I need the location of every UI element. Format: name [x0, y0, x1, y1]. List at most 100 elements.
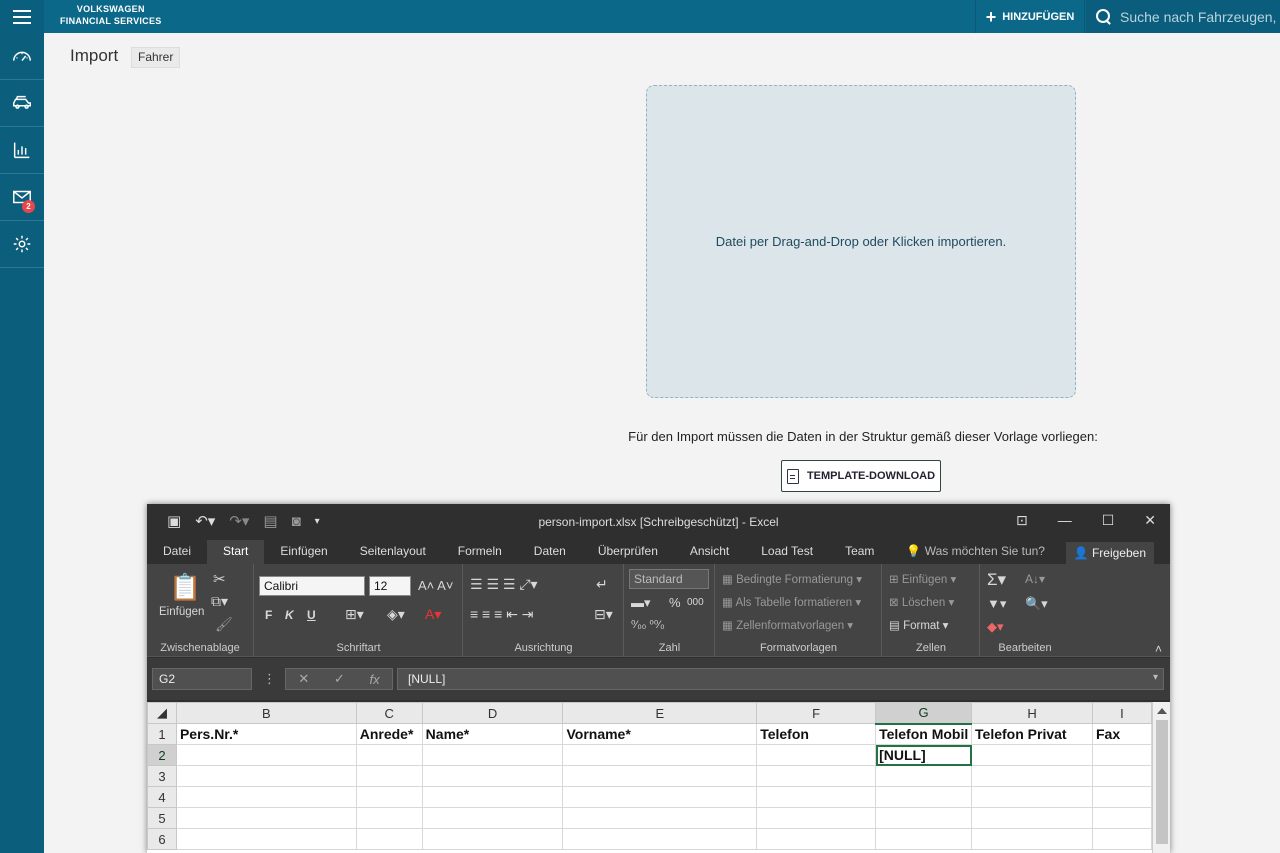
cell[interactable] [756, 786, 877, 808]
sidebar-item-settings[interactable] [0, 221, 44, 268]
cell[interactable] [421, 828, 564, 850]
ribbon-display-icon[interactable]: ⊡ [1016, 512, 1028, 529]
cell[interactable] [971, 828, 1093, 850]
cell-styles-button[interactable]: ▦ Zellenformatvorlagen ▾ [722, 618, 853, 632]
wrap-text-icon[interactable]: ↵ [596, 576, 608, 593]
cell[interactable] [175, 765, 357, 787]
tab-start[interactable]: Start [207, 540, 265, 564]
tab-team[interactable]: Team [829, 540, 890, 564]
cell[interactable] [355, 786, 423, 808]
minimize-icon[interactable]: — [1058, 512, 1072, 529]
cell[interactable] [1091, 828, 1153, 850]
select-all-corner[interactable]: ◢ [147, 702, 177, 724]
sidebar-item-vehicles[interactable] [0, 80, 44, 127]
menu-button[interactable] [0, 0, 44, 33]
copy-icon[interactable]: ⧉▾ [211, 593, 228, 610]
cell[interactable] [875, 786, 973, 808]
cell[interactable] [562, 828, 758, 850]
row-header[interactable]: 6 [147, 828, 177, 850]
border-icon[interactable]: ⊞▾ [345, 606, 364, 623]
font-size-select[interactable]: 12 [369, 576, 411, 596]
find-icon[interactable]: 🔍▾ [1025, 596, 1048, 612]
tell-me-box[interactable]: 💡 Was möchten Sie tun? [890, 540, 1061, 564]
insert-function-icon[interactable]: fx [370, 672, 380, 687]
cell[interactable] [355, 828, 423, 850]
cell[interactable] [175, 786, 357, 808]
sidebar-item-messages[interactable]: 2 [0, 174, 44, 221]
row-header[interactable]: 5 [147, 807, 177, 829]
cell[interactable] [175, 744, 357, 766]
cell[interactable] [562, 765, 758, 787]
scroll-up-icon[interactable] [1156, 708, 1167, 714]
cell[interactable] [175, 807, 357, 829]
cell[interactable] [756, 828, 877, 850]
row-header[interactable]: 3 [147, 765, 177, 787]
percent-button[interactable]: % [669, 595, 681, 610]
font-name-select[interactable]: Calibri [259, 576, 365, 596]
cell[interactable] [562, 807, 758, 829]
tab-daten[interactable]: Daten [518, 540, 582, 564]
cell[interactable] [875, 807, 973, 829]
collapse-ribbon-icon[interactable]: ˄ [1155, 642, 1162, 656]
cell[interactable] [1091, 807, 1153, 829]
paste-icon[interactable]: 📋 [169, 572, 201, 603]
share-button[interactable]: 👤 Freigeben [1065, 542, 1154, 564]
cell[interactable] [421, 786, 564, 808]
cell[interactable] [971, 786, 1093, 808]
underline-button[interactable]: U [307, 608, 316, 622]
enter-icon[interactable]: ✓ [334, 671, 345, 687]
tab-load-test[interactable]: Load Test [745, 540, 829, 564]
template-download-button[interactable]: TEMPLATE-DOWNLOAD [781, 460, 941, 492]
fill-icon[interactable]: ▼▾ [987, 596, 1006, 612]
tab-seitenlayout[interactable]: Seitenlayout [344, 540, 442, 564]
bold-button[interactable]: F [265, 608, 272, 622]
column-header[interactable]: I [1091, 702, 1153, 724]
cell[interactable]: Telefon Mobil [875, 723, 973, 745]
decimal-icon[interactable]: ⁰⁄₀₀ ⁰⁰⁄₀ [631, 618, 665, 631]
number-format-select[interactable]: Standard [629, 569, 709, 589]
cell[interactable] [421, 807, 564, 829]
sort-filter-icon[interactable]: A↓▾ [1025, 572, 1045, 586]
cell[interactable] [971, 807, 1093, 829]
thousands-button[interactable]: 000 [687, 597, 704, 608]
cell[interactable] [355, 744, 423, 766]
column-header-selected[interactable]: G [875, 702, 973, 725]
format-cells-button[interactable]: ▤ Format ▾ [889, 618, 948, 632]
tab-ueberpruefen[interactable]: Überprüfen [582, 540, 674, 564]
format-as-table-button[interactable]: ▦ Als Tabelle formatieren ▾ [722, 595, 861, 609]
column-header[interactable]: E [562, 702, 758, 724]
cell[interactable] [355, 807, 423, 829]
cell[interactable] [562, 744, 758, 766]
close-icon[interactable]: ✕ [1144, 512, 1156, 529]
font-color-icon[interactable]: A▾ [425, 606, 441, 623]
cell[interactable]: Name* [421, 723, 564, 745]
clear-icon[interactable]: ◆▾ [987, 619, 1004, 635]
tab-datei[interactable]: Datei [147, 540, 207, 564]
tab-einfuegen[interactable]: Einfügen [264, 540, 343, 564]
sidebar-item-reports[interactable] [0, 127, 44, 174]
tab-formeln[interactable]: Formeln [442, 540, 518, 564]
align-left-icon[interactable]: ≡ ≡ ≡ ⇤ ⇥ [470, 606, 534, 623]
cell[interactable] [421, 744, 564, 766]
name-box[interactable]: G2 [152, 668, 252, 690]
cell[interactable] [355, 765, 423, 787]
cell[interactable] [756, 744, 877, 766]
delete-cells-button[interactable]: ⊠ Löschen ▾ [889, 595, 954, 609]
merge-icon[interactable]: ⊟▾ [594, 606, 613, 623]
cell[interactable]: Vorname* [562, 723, 758, 745]
row-header[interactable]: 4 [147, 786, 177, 808]
align-top-icon[interactable]: ☰ ☰ ☰ ⤢▾ [470, 576, 538, 593]
cancel-icon[interactable]: ✕ [298, 671, 309, 687]
expand-formula-icon[interactable]: ▾ [1153, 672, 1158, 683]
add-button[interactable]: + HINZUFÜGEN [975, 0, 1085, 33]
search-input[interactable] [1120, 8, 1280, 25]
active-cell[interactable]: [NULL] [875, 744, 973, 766]
cell[interactable] [1091, 786, 1153, 808]
cell[interactable]: Telefon [756, 723, 877, 745]
maximize-icon[interactable]: ☐ [1102, 512, 1115, 529]
fill-color-icon[interactable]: ◈▾ [387, 606, 405, 623]
cell[interactable] [875, 765, 973, 787]
format-painter-icon[interactable]: 🖌 [215, 616, 233, 633]
cell[interactable]: Anrede* [355, 723, 423, 745]
insert-cells-button[interactable]: ⊞ Einfügen ▾ [889, 572, 956, 586]
